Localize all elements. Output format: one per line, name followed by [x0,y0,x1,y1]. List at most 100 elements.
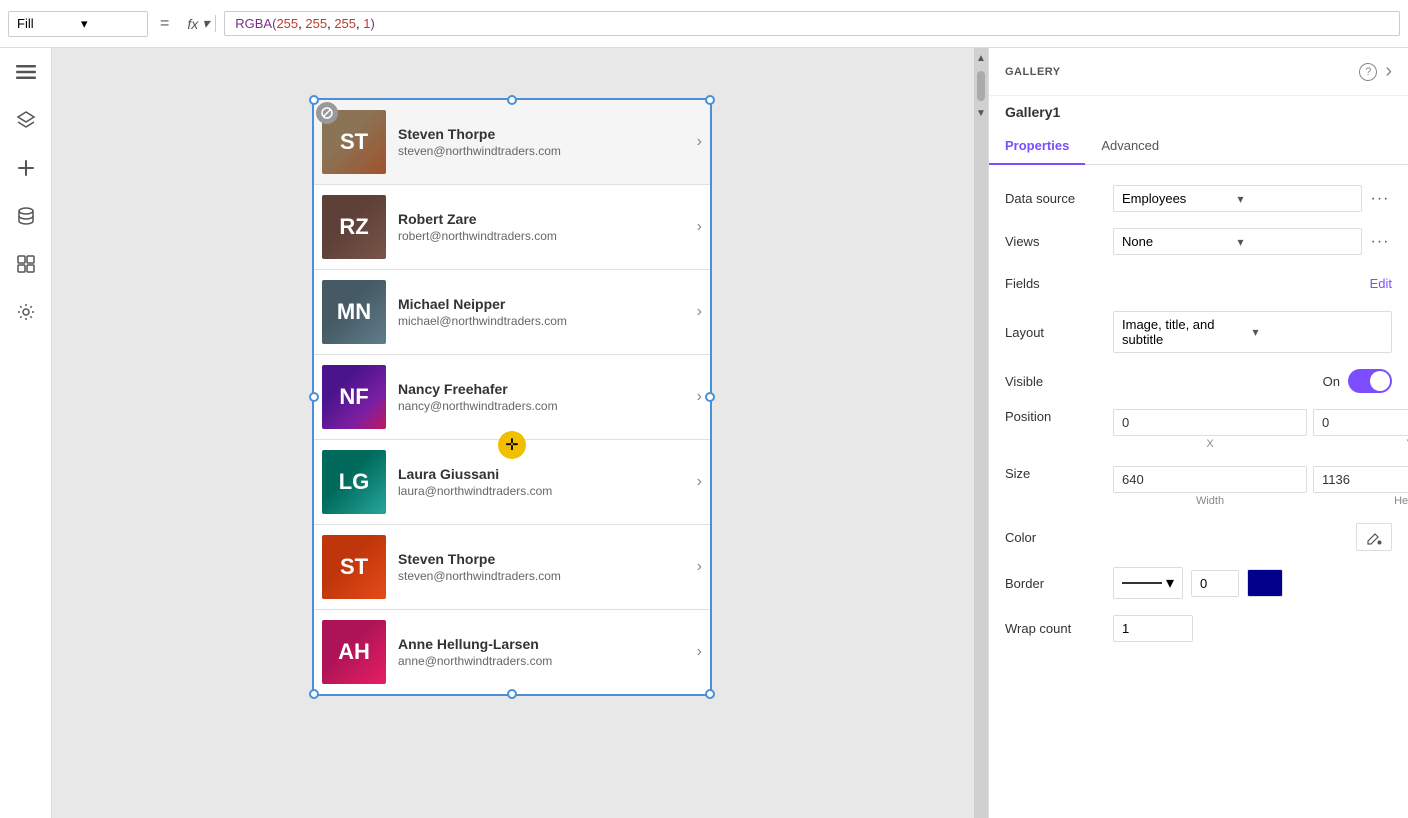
equals-symbol: = [156,15,173,33]
gallery-item-chevron-icon: › [697,218,702,236]
gallery-item[interactable]: ST Steven Thorpe steven@northwindtraders… [314,525,710,610]
gallery-item-name: Anne Hellung-Larsen [398,636,689,652]
panel-tabs: Properties Advanced [989,128,1408,165]
position-y-label: Y [1313,438,1408,450]
layout-dropdown[interactable]: Image, title, and subtitle ▾ [1113,311,1392,353]
database-icon[interactable] [10,200,42,232]
gallery-item-email: michael@northwindtraders.com [398,314,689,328]
formula-bar[interactable]: RGBA(255, 255, 255, 1) [224,11,1400,36]
handle-top-left[interactable] [309,95,319,105]
views-value: None [1122,234,1238,249]
views-more-icon[interactable]: ··· [1368,230,1392,254]
views-label: Views [1005,234,1105,249]
views-chevron-icon: ▾ [1238,235,1354,249]
size-width-input[interactable] [1113,466,1307,493]
position-y-input[interactable] [1313,409,1408,436]
gallery-item[interactable]: RZ Robert Zare robert@northwindtraders.c… [314,185,710,270]
gallery-item[interactable]: MN Michael Neipper michael@northwindtrad… [314,270,710,355]
border-label: Border [1005,576,1105,591]
size-width-label: Width [1113,495,1307,507]
color-label: Color [1005,530,1105,545]
fill-dropdown[interactable]: Fill ▾ [8,11,148,37]
gallery-item-email: robert@northwindtraders.com [398,229,689,243]
tab-properties[interactable]: Properties [989,128,1085,165]
color-picker-button[interactable] [1356,523,1392,551]
handle-bottom-left[interactable] [309,689,319,699]
gallery-avatar: RZ [322,195,386,259]
canvas-area[interactable]: ST Steven Thorpe steven@northwindtraders… [52,48,974,818]
visible-toggle[interactable] [1348,369,1392,393]
handle-bottom-right[interactable] [705,689,715,699]
tools-icon[interactable] [10,296,42,328]
size-height-input[interactable] [1313,466,1408,493]
wrap-count-row: Wrap count [989,607,1408,650]
fields-row: Fields Edit [989,263,1408,303]
add-icon[interactable] [10,152,42,184]
gallery-item-chevron-icon: › [697,558,702,576]
right-panel: GALLERY ? › Gallery1 Properties Advanced… [988,48,1408,818]
fields-edit-link[interactable]: Edit [1370,276,1392,291]
panel-title: GALLERY [1005,66,1351,78]
help-icon[interactable]: ? [1359,63,1377,81]
border-color-swatch[interactable] [1247,569,1283,597]
border-style-dropdown[interactable]: ▾ [1113,567,1183,599]
scroll-down-arrow[interactable]: ▼ [976,105,986,122]
color-row: Color [989,515,1408,559]
panel-body: Data source Employees ▾ ··· Views None ▾ [989,165,1408,662]
data-source-more-icon[interactable]: ··· [1368,187,1392,211]
gallery-item[interactable]: AH Anne Hellung-Larsen anne@northwindtra… [314,610,710,694]
gallery-name-label: Gallery1 [989,96,1408,128]
gallery-avatar: MN [322,280,386,344]
gallery-text: Anne Hellung-Larsen anne@northwindtrader… [398,636,689,668]
wrap-count-input[interactable] [1113,615,1193,642]
top-toolbar: Fill ▾ = fx ▾ RGBA(255, 255, 255, 1) [0,0,1408,48]
avatar-placeholder: NF [322,365,386,429]
data-source-dropdown[interactable]: Employees ▾ [1113,185,1362,212]
handle-top-right[interactable] [705,95,715,105]
border-thickness-input[interactable] [1191,570,1239,597]
gallery-avatar: NF [322,365,386,429]
handle-middle-right[interactable] [705,392,715,402]
avatar-placeholder: AH [322,620,386,684]
layers-icon[interactable] [10,104,42,136]
gallery-item-email: laura@northwindtraders.com [398,484,689,498]
gallery-item-chevron-icon: › [697,473,702,491]
visible-label: Visible [1005,374,1105,389]
canvas-scrollbar[interactable]: ▲ ▼ [974,48,988,818]
components-icon[interactable] [10,248,42,280]
gallery-item-chevron-icon: › [697,643,702,661]
fields-label: Fields [1005,276,1105,291]
handle-bottom-center[interactable] [507,689,517,699]
expand-icon[interactable]: › [1385,60,1392,83]
data-source-row: Data source Employees ▾ ··· [989,177,1408,220]
layout-control: Image, title, and subtitle ▾ [1113,311,1392,353]
views-dropdown[interactable]: None ▾ [1113,228,1362,255]
panel-header: GALLERY ? › [989,48,1408,96]
visible-toggle-container: On [1323,369,1392,393]
avatar-placeholder: MN [322,280,386,344]
handle-middle-left[interactable] [309,392,319,402]
layout-value: Image, title, and subtitle [1122,317,1253,347]
fx-button[interactable]: fx ▾ [181,15,216,32]
hamburger-icon[interactable] [10,56,42,88]
gallery-disabled-icon [316,102,338,124]
gallery-item-name: Nancy Freehafer [398,381,689,397]
handle-top-center[interactable] [507,95,517,105]
position-label: Position [1005,409,1105,424]
scroll-thumb[interactable] [977,71,985,101]
gallery-item[interactable]: ST Steven Thorpe steven@northwindtraders… [314,100,710,185]
layout-label: Layout [1005,325,1105,340]
gallery-item[interactable]: NF Nancy Freehafer nancy@northwindtrader… [314,355,710,440]
color-control [1113,523,1392,551]
gallery-avatar: LG [322,450,386,514]
gallery-text: Nancy Freehafer nancy@northwindtraders.c… [398,381,689,413]
gallery-item[interactable]: LG Laura Giussani laura@northwindtraders… [314,440,710,525]
position-x-input[interactable] [1113,409,1307,436]
layout-row: Layout Image, title, and subtitle ▾ [989,303,1408,361]
layout-chevron-icon: ▾ [1253,325,1384,339]
main-area: ST Steven Thorpe steven@northwindtraders… [0,48,1408,818]
tab-advanced[interactable]: Advanced [1085,128,1175,165]
visible-control: On [1113,369,1392,393]
fill-chevron-icon: ▾ [81,16,139,32]
scroll-up-arrow[interactable]: ▲ [976,50,986,67]
